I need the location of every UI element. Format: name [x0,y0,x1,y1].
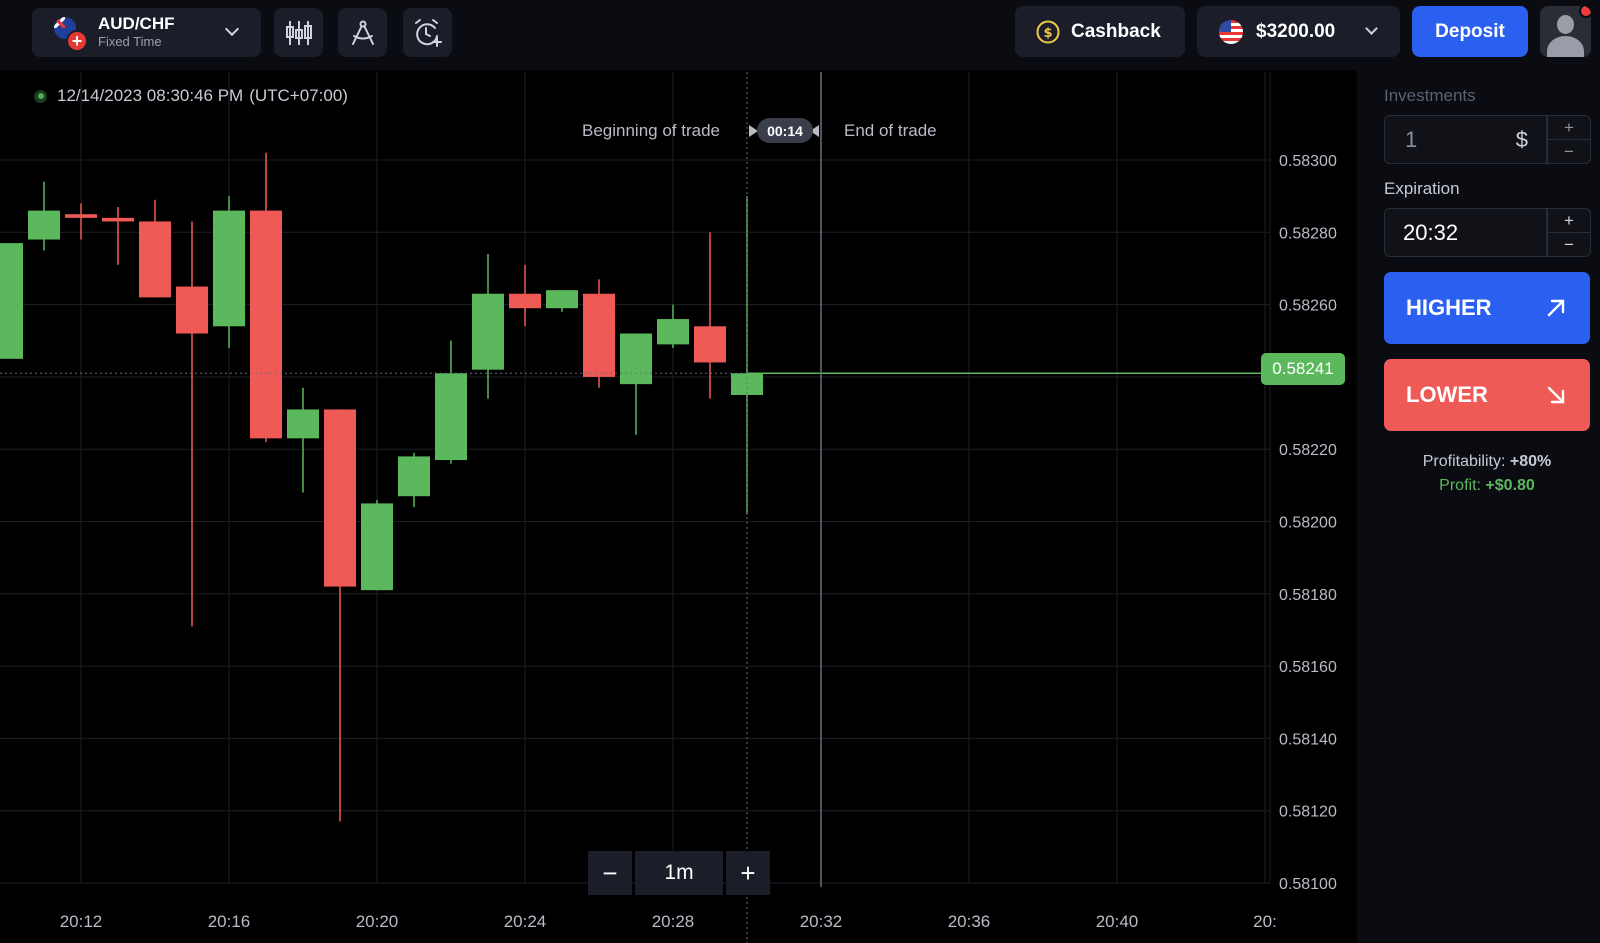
arrow-up-right-icon [1547,299,1565,317]
y-axis-tick-label: 0.58140 [1279,731,1337,748]
x-axis-tick-label: 20:40 [1096,912,1139,931]
candle-body-up [657,319,689,345]
candle-body-down [509,293,541,309]
y-axis-tick-label: 0.58300 [1279,153,1337,170]
arrow-down-right-icon [1547,386,1565,404]
profit-value: +$0.80 [1485,477,1535,494]
candle-body-down [694,326,726,363]
y-axis-tick-label: 0.58180 [1279,587,1337,604]
investment-value: 1 [1405,126,1418,152]
profitability: Profitability: +80% [1384,453,1590,471]
x-axis-tick-label: 20:24 [504,912,547,931]
candle-body-down [176,286,208,334]
candle-body-down [139,221,171,298]
currency-symbol: $ [1515,127,1528,152]
candle-body-up [546,290,578,309]
candle-body-up [620,333,652,385]
y-axis-tick-label: 0.58160 [1279,659,1337,676]
y-axis-tick-label: 0.58260 [1279,298,1337,315]
candle-body-up [28,210,60,240]
trade-countdown: 00:14 [757,118,813,143]
profit: Profit: +$0.80 [1384,477,1590,495]
candle-body-down [583,293,615,377]
expiration-decrease-button[interactable]: − [1548,233,1590,257]
x-axis-tick-label: 20:16 [208,912,251,931]
candle-body-up [731,373,763,395]
y-axis-tick-label: 0.58280 [1279,225,1337,242]
candle-body-up [361,503,393,591]
beginning-of-trade-label: Beginning of trade [582,121,720,140]
investments-label: Investments [1384,86,1476,105]
investment-input[interactable]: 1 $ [1384,115,1547,164]
investment-stepper: + − [1547,115,1591,164]
timezone: (UTC+07:00) [249,86,348,105]
candle-body-up [0,243,23,359]
current-price-tag: 0.58241 [1261,353,1345,385]
investment-increase-button[interactable]: + [1548,116,1590,140]
candlestick-chart[interactable]: 0.583000.582800.582600.582400.582200.582… [0,0,1357,943]
candle-body-up [213,210,245,327]
investment-decrease-button[interactable]: − [1548,140,1590,164]
deposit-button[interactable]: Deposit [1412,6,1528,57]
expiration-input[interactable]: 20:32 [1384,208,1547,257]
x-axis-tick-label: 20:36 [948,912,991,931]
expiration-increase-button[interactable]: + [1548,209,1590,233]
higher-label: HIGHER [1406,295,1492,320]
higher-button[interactable]: HIGHER [1384,272,1590,344]
y-axis-tick-label: 0.58100 [1279,876,1337,893]
user-avatar[interactable] [1540,6,1591,57]
server-time: 12/14/2023 08:30:46 PM (UTC+07:00) [34,86,348,106]
expiration-stepper: + − [1547,208,1591,257]
timeframe-control: − 1m + [588,851,770,895]
zoom-in-button[interactable]: + [726,851,770,895]
candle-body-up [287,409,319,439]
y-axis-tick-label: 0.58220 [1279,442,1337,459]
candle-body-up [398,456,430,497]
profitability-label: Profitability: [1422,453,1506,470]
avatar-body-icon [1547,36,1584,57]
profit-label: Profit: [1439,477,1481,494]
timestamp: 12/14/2023 08:30:46 PM [57,86,244,105]
candle-body-up [435,373,467,461]
candle-body-down [65,214,97,218]
x-axis-tick-label: 20:20 [356,912,399,931]
end-of-trade-label: End of trade [844,121,937,140]
timeframe-value[interactable]: 1m [635,851,723,895]
trade-panel [1357,70,1600,943]
notification-dot [1579,6,1591,18]
expiration-label: Expiration [1384,179,1460,198]
expiration-value: 20:32 [1403,219,1459,245]
lower-label: LOWER [1406,382,1488,407]
candle-body-down [102,217,134,222]
y-axis-tick-label: 0.58200 [1279,515,1337,532]
x-axis-tick-label: 20:12 [60,912,103,931]
profitability-value: +80% [1509,453,1552,470]
chevron-down-icon [1365,22,1378,35]
x-axis-tick-label: 20:28 [652,912,695,931]
y-axis-tick-label: 0.58120 [1279,804,1337,821]
live-indicator-icon [34,89,47,103]
candle-body-down [324,409,356,587]
candle-body-up [472,293,504,370]
candle-body-down [250,210,282,439]
avatar-head-icon [1557,15,1574,34]
x-axis-tick-label: 20: [1253,912,1277,931]
lower-button[interactable]: LOWER [1384,359,1590,431]
x-axis-tick-label: 20:32 [800,912,843,931]
zoom-out-button[interactable]: − [588,851,632,895]
